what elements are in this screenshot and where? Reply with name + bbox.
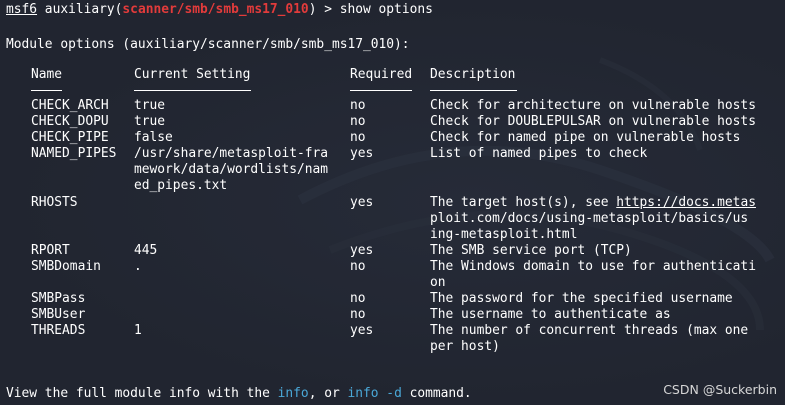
option-required: yes (350, 146, 374, 161)
footer-text: , or (308, 386, 348, 401)
option-description-continued: per host) (430, 339, 500, 354)
prompt-module-path: scanner/smb/smb_ms17_010 (122, 2, 309, 17)
csdn-watermark: CSDN @Suckerbin (663, 382, 777, 397)
command-prompt-line: msf6 auxiliary(scanner/smb/smb_ms17_010)… (6, 2, 433, 18)
option-setting-continued: mework/data/wordlists/nam (134, 162, 329, 177)
header-name: Name (31, 67, 63, 82)
header-required: Required (350, 67, 413, 82)
option-name: THREADS (31, 323, 86, 338)
option-description: The SMB service port (TCP) (430, 243, 632, 258)
module-options-heading: Module options (auxiliary/scanner/smb/sm… (6, 37, 410, 52)
option-required: no (350, 130, 366, 145)
option-setting-continued: ed_pipes.txt (134, 178, 228, 193)
prompt-command-word: auxiliary( (37, 2, 123, 17)
header-name-underline (31, 90, 62, 91)
option-setting: 1 (134, 323, 142, 338)
option-name: SMBPass (31, 291, 86, 306)
option-description: List of named pipes to check (430, 146, 648, 161)
header-required-underline (350, 90, 412, 91)
option-required: yes (350, 195, 374, 210)
docs-link[interactable]: https://docs.metas (616, 195, 756, 210)
option-setting: . (134, 259, 142, 274)
prompt-command-text: ) > show options (308, 2, 433, 17)
option-name: RHOSTS (31, 195, 78, 210)
option-name: CHECK_PIPE (31, 130, 109, 145)
option-setting: false (134, 130, 173, 145)
option-setting: true (134, 114, 166, 129)
option-required: no (350, 98, 366, 113)
option-setting: true (134, 98, 166, 113)
option-name: CHECK_ARCH (31, 98, 109, 113)
rhosts-description-text: The target host(s), see (430, 195, 617, 210)
option-required: no (350, 291, 366, 306)
option-setting: /usr/share/metasploit-fra (134, 146, 329, 161)
terminal-window[interactable]: msf6 auxiliary(scanner/smb/smb_ms17_010)… (0, 0, 785, 405)
option-description: Check for architecture on vulnerable hos… (430, 98, 756, 113)
option-description: The password for the specified username (430, 291, 733, 306)
option-description-continued: on (430, 275, 446, 290)
option-name: RPORT (31, 243, 70, 258)
option-description-continued[interactable]: ing-metasploit.html (430, 227, 577, 243)
header-setting-underline (134, 90, 251, 91)
option-description: The number of concurrent threads (max on… (430, 323, 749, 338)
header-description-underline (430, 90, 517, 91)
msf-prompt-prefix: msf6 (6, 2, 38, 17)
footer-hint: View the full module info with the info,… (6, 386, 472, 402)
option-description: The Windows domain to use for authentica… (430, 259, 756, 274)
option-description: Check for named pipe on vulnerable hosts (430, 130, 741, 145)
option-required: no (350, 307, 366, 322)
option-required: no (350, 259, 366, 274)
header-current-setting: Current Setting (134, 67, 251, 82)
option-description: Check for DOUBLEPULSAR on vulnerable hos… (430, 114, 756, 129)
option-description-continued[interactable]: ploit.com/docs/using-metasploit/basics/u… (430, 211, 748, 227)
option-required: no (350, 114, 366, 129)
info-d-command: info -d (347, 386, 402, 401)
option-description: The username to authenticate as (430, 307, 671, 322)
option-name: SMBDomain (31, 259, 101, 274)
header-description: Description (430, 67, 516, 82)
footer-text: command. (401, 386, 472, 401)
option-setting: 445 (134, 243, 158, 258)
option-required: yes (350, 243, 374, 258)
info-command: info (277, 386, 309, 401)
option-name: SMBUser (31, 307, 86, 322)
footer-text: View the full module info with the (6, 386, 278, 401)
option-name: CHECK_DOPU (31, 114, 109, 129)
option-required: yes (350, 323, 374, 338)
option-name: NAMED_PIPES (31, 146, 117, 161)
option-description: The target host(s), see https://docs.met… (430, 195, 756, 211)
